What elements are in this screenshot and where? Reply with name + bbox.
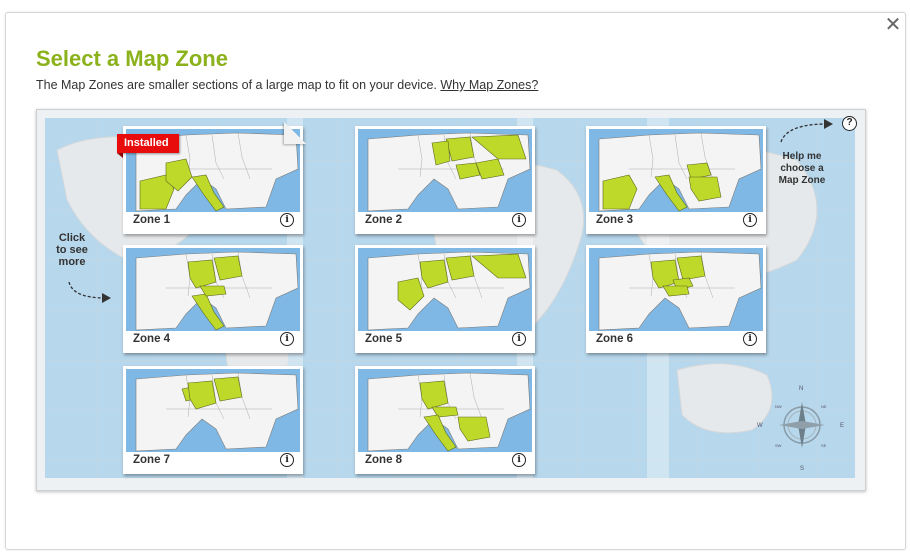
zone-card[interactable]: Zone 3 i [586, 126, 766, 234]
click-to-see-more[interactable]: Click to see more [47, 232, 97, 268]
zone-card[interactable]: Zone 4 i [123, 245, 303, 353]
info-icon[interactable]: i [280, 213, 294, 227]
zone-map-thumbnail [589, 248, 763, 331]
subtitle: The Map Zones are smaller sections of a … [36, 78, 538, 92]
info-icon[interactable]: i [743, 332, 757, 346]
info-icon[interactable]: i [512, 213, 526, 227]
zone-card[interactable]: Zone 1 i Installed [117, 122, 306, 234]
why-map-zones-link[interactable]: Why Map Zones? [440, 78, 538, 92]
compass-s: S [800, 466, 804, 470]
click-more-arrow-icon [68, 281, 111, 303]
zone-label: Zone 1 [133, 214, 171, 226]
zone-map-thumbnail [126, 248, 300, 331]
zone-label: Zone 2 [365, 214, 403, 226]
info-icon[interactable]: i [280, 453, 294, 467]
zone-label: Zone 8 [365, 454, 403, 466]
zone-label: Zone 6 [596, 333, 634, 345]
close-button[interactable]: ✕ [884, 14, 902, 36]
zone-label: Zone 3 [596, 214, 634, 226]
map-zone-panel: Click to see more ? Help me choose a Map… [36, 109, 866, 491]
info-icon[interactable]: i [743, 213, 757, 227]
installed-badge: Installed [117, 134, 179, 158]
help-text-line-2: choose a [780, 163, 824, 174]
zone-label: Zone 5 [365, 333, 403, 345]
zone-card[interactable]: Zone 2 i [355, 126, 535, 234]
info-icon[interactable]: i [280, 332, 294, 346]
compass-ne: NE [821, 404, 827, 409]
zone-map-thumbnail [358, 369, 532, 452]
compass-w: W [757, 423, 763, 429]
zone-map-thumbnail [589, 129, 763, 212]
click-more-line-1: Click [58, 232, 86, 244]
zone-map-thumbnail [126, 369, 300, 452]
zone-card[interactable]: Zone 8 i [355, 366, 535, 474]
zone-card[interactable]: Zone 7 i [123, 366, 303, 474]
page-title: Select a Map Zone [36, 46, 228, 71]
zone-map-thumbnail [358, 248, 532, 331]
zone-label: Zone 4 [133, 333, 171, 345]
compass-sw: SW [775, 443, 782, 448]
info-icon[interactable]: i [512, 332, 526, 346]
zone-label: Zone 7 [133, 454, 171, 466]
compass-n: N [799, 386, 803, 392]
compass-nw: NW [775, 404, 782, 409]
zone-map-thumbnail [358, 129, 532, 212]
subtitle-text: The Map Zones are smaller sections of a … [36, 78, 437, 92]
help-question-button[interactable]: ? [842, 116, 857, 131]
help-choose-zone[interactable]: Help me choose a Map Zone [772, 151, 832, 187]
compass-e: E [840, 423, 844, 429]
help-text-line-1: Help me [782, 151, 822, 162]
zone-card[interactable]: Zone 6 i [586, 245, 766, 353]
help-text-line-3: Map Zone [778, 175, 826, 186]
page-curl-icon [284, 122, 306, 144]
click-more-line-2: to see [56, 244, 88, 256]
zone-card[interactable]: Zone 5 i [355, 245, 535, 353]
help-arrow-icon [780, 119, 833, 143]
compass-rose-icon: N S E W NE NW SE SW [757, 386, 844, 470]
click-more-line-3: more [58, 256, 86, 268]
compass-se: SE [821, 443, 827, 448]
info-icon[interactable]: i [512, 453, 526, 467]
